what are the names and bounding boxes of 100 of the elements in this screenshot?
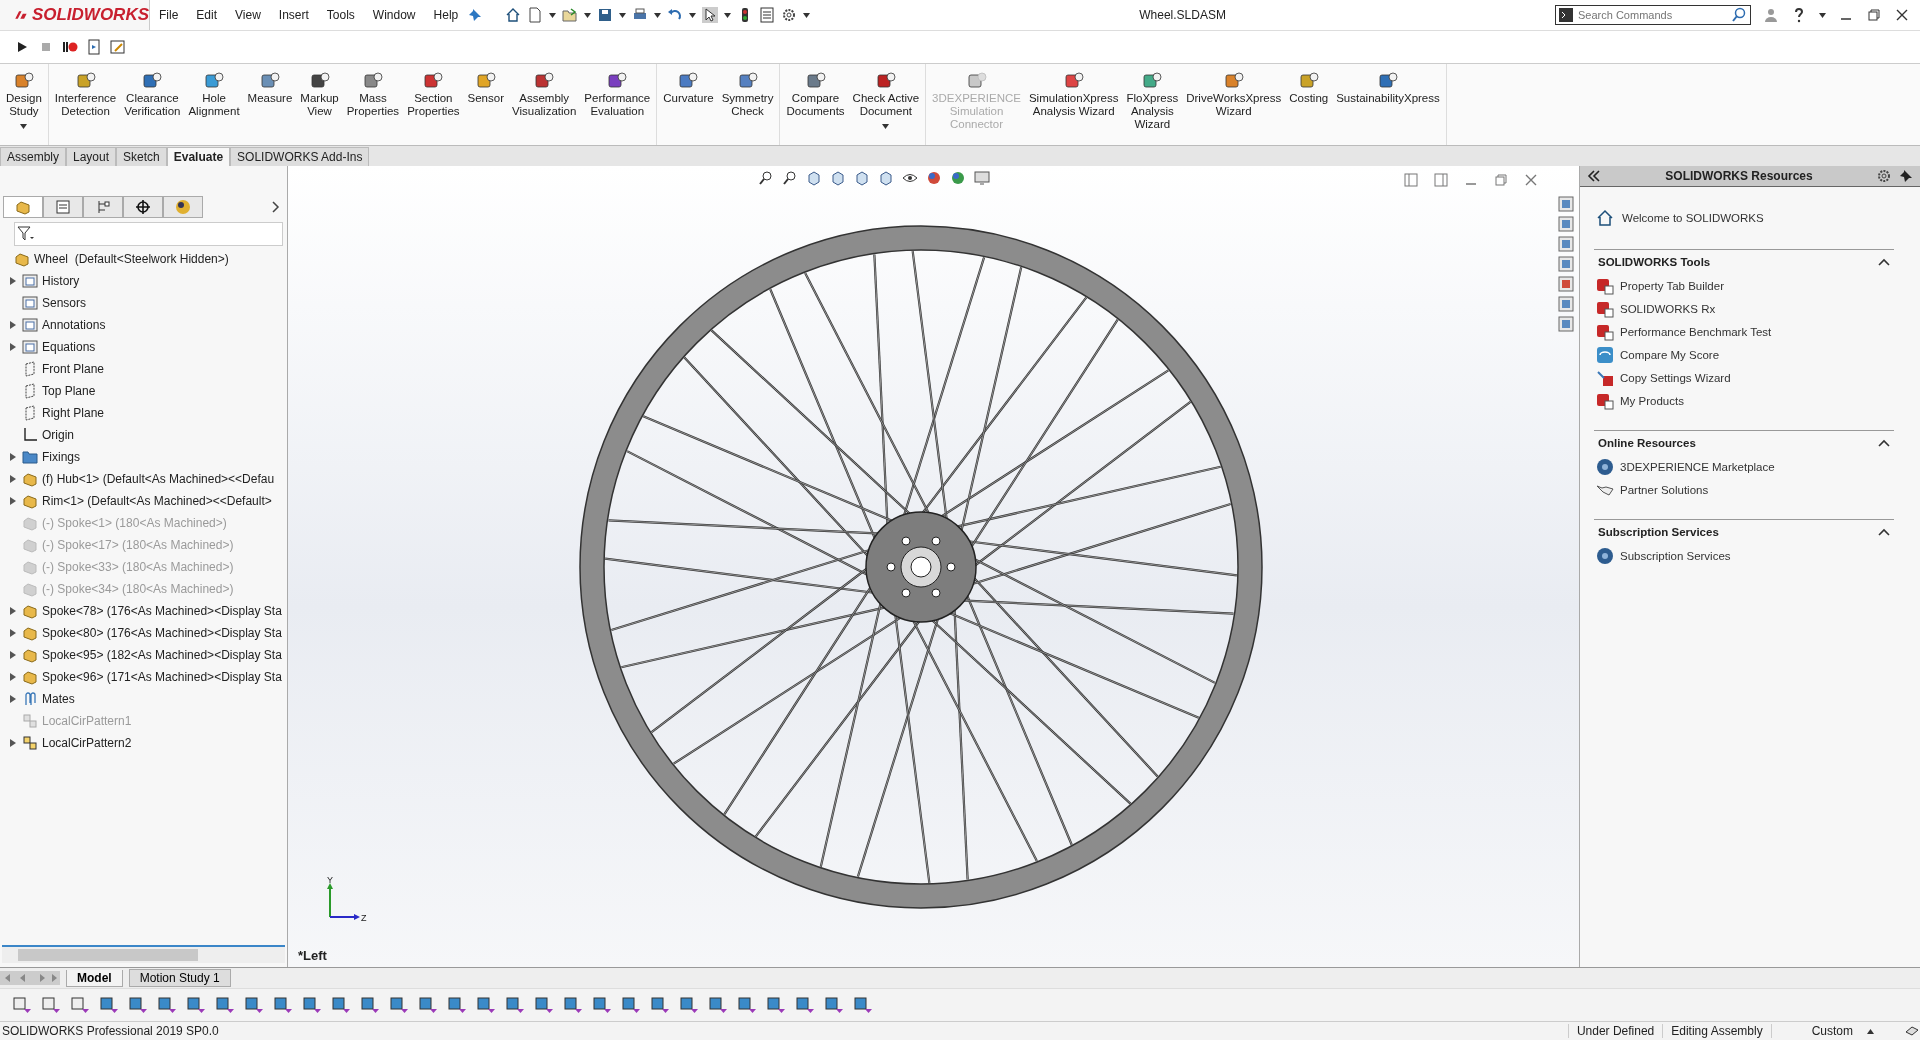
ribbon-button[interactable]: Check Active Document xyxy=(848,63,924,146)
menu-item[interactable]: Edit xyxy=(187,8,227,22)
tree-item[interactable]: Equations xyxy=(42,340,96,355)
link[interactable]: Subscription Services xyxy=(1620,549,1731,562)
link[interactable]: Partner Solutions xyxy=(1620,483,1709,496)
tree-item[interactable]: Wheel (Default<Steelwork Hidden>) xyxy=(34,252,229,267)
scrollbar[interactable] xyxy=(2,945,285,964)
expand-arrow-icon[interactable] xyxy=(10,321,16,330)
ribbon-button[interactable]: Mass Properties xyxy=(342,63,404,146)
tree-item[interactable]: Mates xyxy=(42,692,75,707)
collapse-icon[interactable] xyxy=(1878,439,1890,448)
pin-icon[interactable] xyxy=(1898,168,1914,185)
document-tab[interactable]: Motion Study 1 xyxy=(128,969,231,988)
ribbon-button[interactable]: Hole Alignment xyxy=(184,63,244,146)
zoom-fit-icon[interactable] xyxy=(758,170,774,187)
ribbon-button[interactable]: Performance Evaluation xyxy=(580,63,655,146)
expand-arrow-icon[interactable] xyxy=(10,673,16,682)
panel-left-icon[interactable] xyxy=(1403,172,1419,189)
settings-icon[interactable] xyxy=(781,7,798,23)
ribbon-button[interactable]: Curvature xyxy=(659,63,718,146)
caret-icon[interactable] xyxy=(803,12,811,18)
expand-arrow-icon[interactable] xyxy=(10,453,16,462)
navigation-arrows-icon[interactable] xyxy=(0,971,60,986)
caret-icon[interactable] xyxy=(20,123,28,129)
monitor-icon[interactable] xyxy=(974,170,990,187)
tree-item[interactable]: Fixings xyxy=(42,450,80,465)
caret-icon[interactable] xyxy=(549,12,557,18)
ribbon-button[interactable]: Section Properties xyxy=(403,63,464,146)
caret-icon[interactable] xyxy=(619,12,627,18)
feature-tree-tab[interactable] xyxy=(3,196,43,219)
user-icon[interactable] xyxy=(1763,7,1779,23)
search-field[interactable]: Search Commands xyxy=(1555,5,1751,25)
tree-item[interactable]: Front Plane xyxy=(42,362,105,377)
tree-item[interactable]: Top Plane xyxy=(42,384,96,399)
tree-item[interactable]: History xyxy=(42,274,80,289)
dimxpert-tab[interactable] xyxy=(123,196,163,219)
open-folder-icon[interactable] xyxy=(562,7,579,23)
ribbon-button[interactable]: SimulationXpress Analysis Wizard xyxy=(1024,63,1123,146)
link[interactable]: My Products xyxy=(1620,394,1684,407)
restore-icon[interactable] xyxy=(1866,7,1882,23)
tree-item[interactable]: Sensors xyxy=(42,296,87,311)
menu-item[interactable]: Insert xyxy=(269,8,318,22)
tree-item[interactable]: Rim<1> (Default<As Machined><<Default> xyxy=(42,494,272,509)
ribbon-tab[interactable]: Assembly xyxy=(0,147,66,167)
expand-arrow-icon[interactable] xyxy=(10,343,16,352)
expand-arrow-icon[interactable] xyxy=(10,695,16,704)
caret-icon[interactable] xyxy=(584,12,592,18)
link[interactable]: Compare My Score xyxy=(1620,348,1720,361)
ribbon-button[interactable]: Symmetry Check xyxy=(717,63,778,146)
appearance-tab[interactable] xyxy=(163,196,203,219)
filter-field[interactable] xyxy=(14,222,283,247)
ribbon-tab[interactable]: SOLIDWORKS Add-Ins xyxy=(230,147,370,167)
menu-item[interactable]: View xyxy=(226,8,270,22)
tree-item[interactable]: Annotations xyxy=(42,318,106,333)
panel-right-icon[interactable] xyxy=(1433,172,1449,189)
expand-arrow-icon[interactable] xyxy=(10,629,16,638)
ribbon-button[interactable]: DriveWorksXpress Wizard xyxy=(1182,63,1286,146)
property-tab[interactable] xyxy=(43,196,83,219)
pointer-icon[interactable] xyxy=(702,7,719,23)
link[interactable]: 3DEXPERIENCE Marketplace xyxy=(1620,460,1775,473)
ribbon-button[interactable]: Interference Detection xyxy=(50,63,121,146)
menu-item[interactable]: Tools xyxy=(317,8,364,22)
chevron-right-icon[interactable] xyxy=(271,201,281,214)
tree-item[interactable]: Right Plane xyxy=(42,406,105,421)
ribbon-button[interactable]: Compare Documents xyxy=(782,63,849,146)
search-icon[interactable] xyxy=(1731,7,1747,23)
caret-icon[interactable] xyxy=(689,12,697,18)
expand-arrow-icon[interactable] xyxy=(10,739,16,748)
macro-icon[interactable] xyxy=(86,38,102,55)
collapse-icon[interactable] xyxy=(1878,528,1890,537)
ribbon-tab[interactable]: Layout xyxy=(66,147,117,167)
expand-arrow-icon[interactable] xyxy=(10,497,16,506)
ribbon-button[interactable]: SustainabilityXpress xyxy=(1332,63,1444,146)
tree-item[interactable]: LocalCirPattern2 xyxy=(42,736,132,751)
ribbon-button[interactable]: Sensor xyxy=(463,63,508,146)
pin-icon[interactable] xyxy=(467,7,484,23)
ribbon-button[interactable]: Clearance Verification xyxy=(120,63,185,146)
expand-arrow-icon[interactable] xyxy=(10,475,16,484)
save-icon[interactable] xyxy=(597,7,614,23)
caret-icon[interactable] xyxy=(1867,1028,1874,1034)
ribbon-button[interactable]: Costing xyxy=(1285,63,1333,146)
new-document-icon[interactable] xyxy=(527,7,544,23)
link[interactable]: Property Tab Builder xyxy=(1620,279,1724,292)
expand-arrow-icon[interactable] xyxy=(10,651,16,660)
caret-icon[interactable] xyxy=(882,123,890,129)
ribbon-button[interactable]: Assembly Visualization xyxy=(508,63,581,146)
menu-item[interactable]: Help xyxy=(424,8,468,22)
caret-icon[interactable] xyxy=(654,12,662,18)
tree-item[interactable]: (f) Hub<1> (Default<As Machined><<Defau xyxy=(42,472,275,487)
link[interactable]: Welcome to SOLIDWORKS xyxy=(1622,212,1764,225)
expand-arrow-icon[interactable] xyxy=(10,607,16,616)
zoom-area-icon[interactable] xyxy=(782,170,798,187)
ribbon-button[interactable]: Measure xyxy=(243,63,297,146)
link[interactable]: Performance Benchmark Test xyxy=(1620,325,1772,338)
ribbon-tab[interactable]: Evaluate xyxy=(166,147,231,167)
ribbon-button[interactable]: Design Study xyxy=(2,63,46,146)
caret-icon[interactable] xyxy=(724,12,732,18)
link[interactable]: Copy Settings Wizard xyxy=(1620,371,1731,384)
tree-item[interactable]: Spoke<95> (182<As Machined><Display Sta xyxy=(42,648,282,663)
units-selector[interactable]: Custom xyxy=(1811,1024,1853,1039)
